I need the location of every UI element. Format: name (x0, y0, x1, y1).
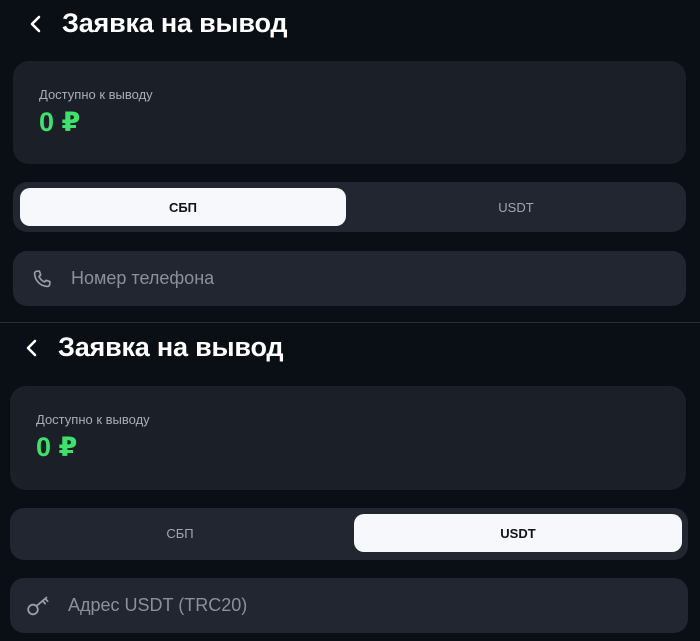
method-tabs: СБП USDT (13, 182, 686, 232)
balance-label: Доступно к выводу (36, 412, 150, 427)
tab-usdt[interactable]: USDT (354, 514, 682, 552)
page-title: Заявка на вывод (62, 8, 288, 38)
key-icon (26, 593, 52, 619)
tab-sbp[interactable]: СБП (17, 514, 343, 552)
balance-card: Доступно к выводу 0 ₽ (10, 386, 686, 490)
balance-value: 0 ₽ (39, 107, 81, 137)
balance-card: Доступно к выводу 0 ₽ (13, 61, 686, 164)
withdraw-screen-usdt: Заявка на вывод Доступно к выводу 0 ₽ СБ… (0, 322, 700, 641)
phone-field[interactable] (13, 251, 686, 306)
header: Заявка на вывод (22, 8, 288, 39)
phone-input[interactable] (69, 267, 633, 290)
header: Заявка на вывод (18, 332, 284, 363)
chevron-left-icon (26, 339, 37, 356)
withdraw-screen-sbp: Заявка на вывод Доступно к выводу 0 ₽ СБ… (0, 0, 700, 322)
chevron-left-icon (30, 15, 41, 32)
phone-icon (29, 266, 55, 292)
usdt-address-field[interactable] (10, 578, 688, 633)
balance-label: Доступно к выводу (39, 87, 153, 102)
back-button[interactable] (18, 334, 46, 362)
back-button[interactable] (22, 10, 50, 38)
page-title: Заявка на вывод (58, 332, 284, 362)
method-tabs: СБП USDT (10, 508, 688, 560)
tab-sbp[interactable]: СБП (20, 188, 346, 226)
balance-value: 0 ₽ (36, 432, 78, 462)
usdt-address-input[interactable] (66, 594, 630, 617)
tab-usdt[interactable]: USDT (353, 188, 679, 226)
